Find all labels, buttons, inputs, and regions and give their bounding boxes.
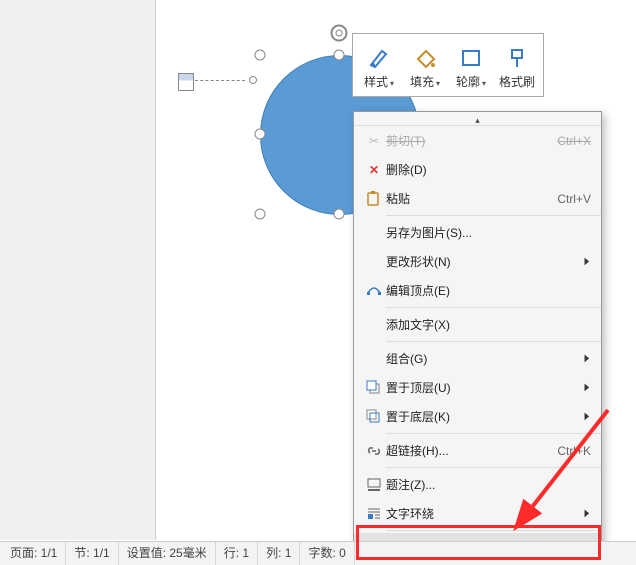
submenu-arrow-icon: ▶	[585, 353, 590, 364]
status-page[interactable]: 页面: 1/1	[2, 542, 66, 565]
send-back-icon	[366, 409, 382, 425]
style-label: 样式	[364, 75, 388, 89]
format-painter-button[interactable]: 格式刷	[495, 37, 539, 93]
fill-label: 填充	[410, 75, 434, 89]
bucket-icon	[414, 47, 436, 69]
menu-item-text-wrap[interactable]: 文字环绕 ▶	[354, 499, 601, 528]
status-words[interactable]: 字数: 0	[300, 542, 354, 565]
menu-item-group[interactable]: 组合(G) ▶	[354, 344, 601, 373]
link-icon	[366, 443, 382, 459]
anchor-line	[195, 80, 245, 81]
style-button[interactable]: 样式▾	[357, 37, 401, 93]
clipboard-icon	[366, 191, 382, 207]
caption-icon	[366, 477, 382, 493]
status-bar: 页面: 1/1 节: 1/1 设置值: 25毫米 行: 1 列: 1 字数: 0	[0, 541, 636, 565]
menu-item-cut: ✂ 剪切(T) Ctrl+X	[354, 126, 601, 155]
menu-separator	[386, 307, 601, 308]
submenu-arrow-icon: ▶	[585, 382, 590, 393]
outline-icon	[460, 47, 482, 69]
edit-points-icon	[366, 283, 382, 299]
resize-handle-nw[interactable]	[255, 50, 266, 61]
menu-separator	[386, 433, 601, 434]
status-setting[interactable]: 设置值: 25毫米	[119, 542, 216, 565]
menu-separator	[386, 530, 601, 531]
menu-separator	[386, 467, 601, 468]
status-col[interactable]: 列: 1	[258, 542, 300, 565]
menu-item-send-to-back[interactable]: 置于底层(K) ▶	[354, 402, 601, 431]
scissors-icon: ✂	[369, 134, 379, 148]
delete-icon: ✕	[369, 163, 379, 177]
left-panel	[0, 0, 156, 540]
menu-item-add-text[interactable]: 添加文字(X)	[354, 310, 601, 339]
menu-item-change-shape[interactable]: 更改形状(N) ▶	[354, 247, 601, 276]
anchor-icon	[178, 73, 194, 91]
menu-item-edit-points[interactable]: 编辑顶点(E)	[354, 276, 601, 305]
resize-handle-n[interactable]	[334, 50, 345, 61]
format-painter-icon	[506, 47, 528, 69]
context-menu-scroll-up[interactable]: ▴	[354, 116, 601, 126]
brush-icon	[368, 47, 390, 69]
fill-button[interactable]: 填充▾	[403, 37, 447, 93]
menu-item-delete[interactable]: ✕ 删除(D)	[354, 155, 601, 184]
menu-item-hyperlink[interactable]: 超链接(H)... Ctrl+K	[354, 436, 601, 465]
floating-toolbar: 样式▾ 填充▾ 轮廓▾ 格式刷	[352, 33, 544, 97]
resize-handle-w[interactable]	[255, 129, 266, 140]
status-line[interactable]: 行: 1	[216, 542, 258, 565]
menu-item-bring-to-front[interactable]: 置于顶层(U) ▶	[354, 373, 601, 402]
submenu-arrow-icon: ▶	[585, 411, 590, 422]
menu-item-caption[interactable]: 题注(Z)...	[354, 470, 601, 499]
anchor-dot	[249, 76, 257, 84]
menu-separator	[386, 341, 601, 342]
resize-handle-s[interactable]	[334, 209, 345, 220]
context-menu: ▴ ✂ 剪切(T) Ctrl+X ✕ 删除(D) 粘贴 Ctrl+V 另存为图片…	[353, 111, 602, 565]
resize-handle-sw[interactable]	[255, 209, 266, 220]
textwrap-icon	[366, 506, 382, 522]
format-painter-label: 格式刷	[499, 73, 535, 90]
submenu-arrow-icon: ▶	[585, 508, 590, 519]
bring-front-icon	[366, 380, 382, 396]
status-section[interactable]: 节: 1/1	[66, 542, 118, 565]
outline-label: 轮廓	[456, 75, 480, 89]
menu-item-paste[interactable]: 粘贴 Ctrl+V	[354, 184, 601, 213]
menu-item-save-as-picture[interactable]: 另存为图片(S)...	[354, 218, 601, 247]
rotate-handle[interactable]	[331, 25, 348, 42]
submenu-arrow-icon: ▶	[585, 256, 590, 267]
menu-separator	[386, 215, 601, 216]
outline-button[interactable]: 轮廓▾	[449, 37, 493, 93]
